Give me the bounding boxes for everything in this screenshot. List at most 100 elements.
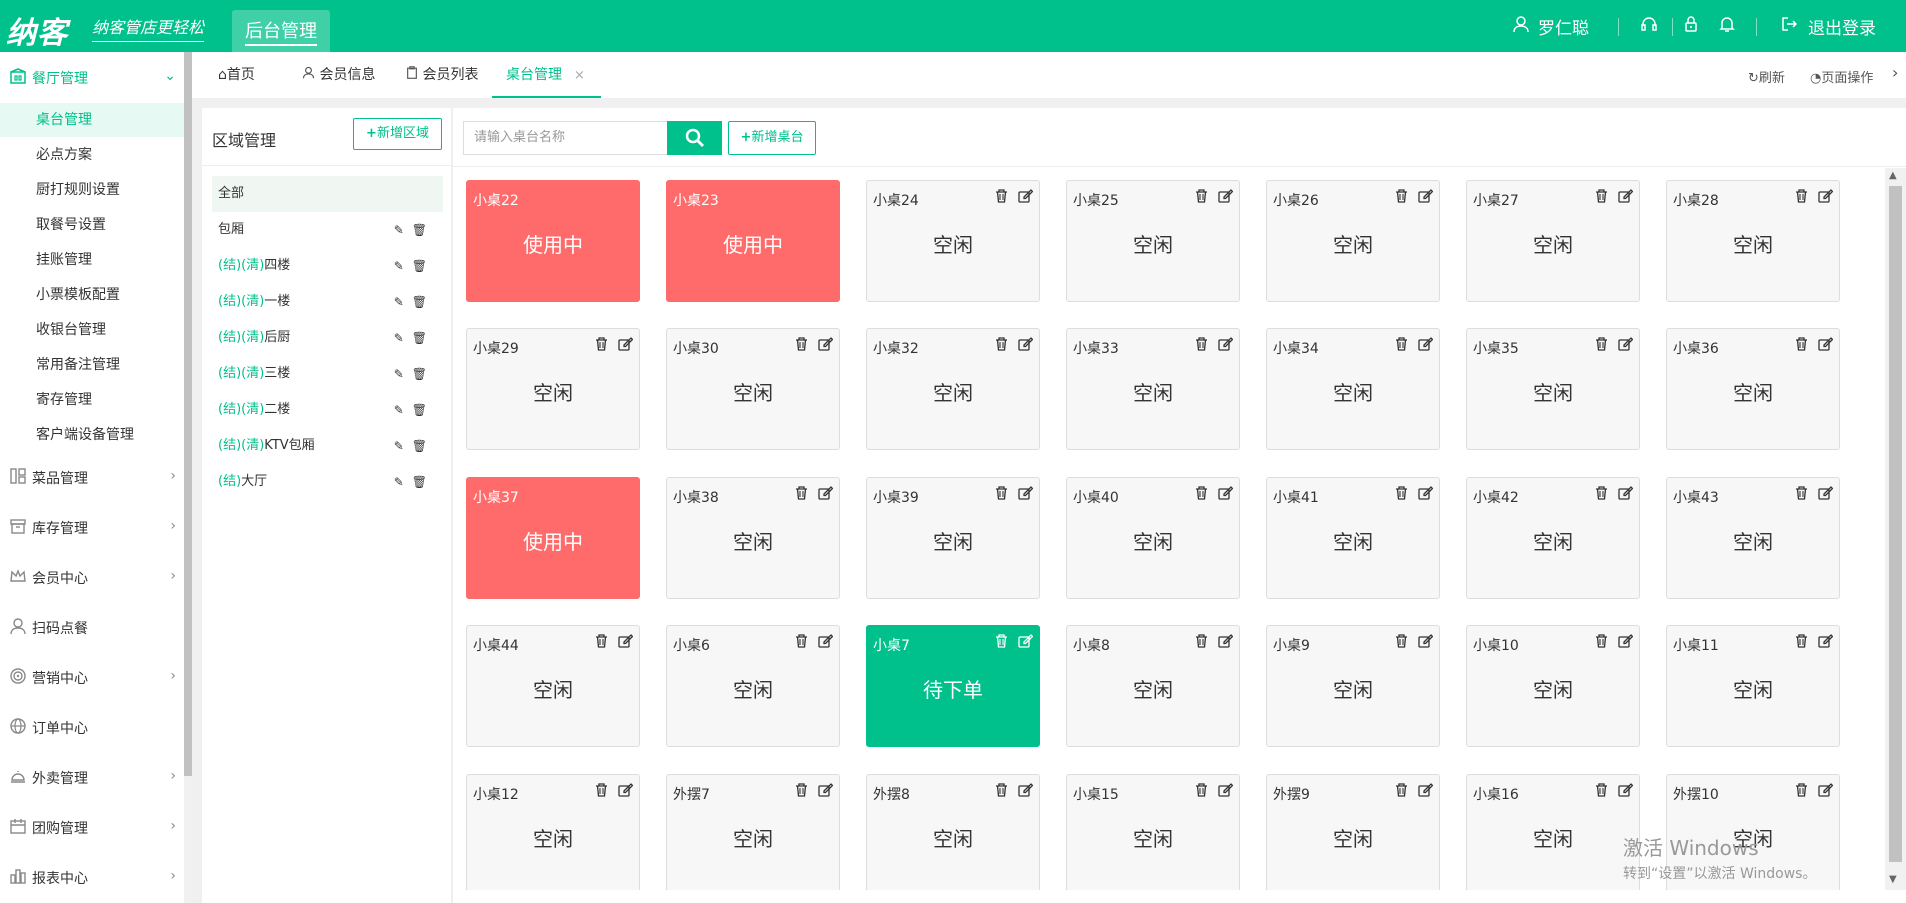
- trash-icon[interactable]: [995, 337, 1008, 355]
- table-card[interactable]: 小桌36 空闲: [1666, 328, 1840, 450]
- lock-button[interactable]: [1680, 0, 1702, 52]
- edit-icon[interactable]: [1218, 783, 1234, 801]
- edit-icon[interactable]: [818, 634, 834, 652]
- page-operations-button[interactable]: ◔页面操作: [1810, 67, 1873, 86]
- area-item[interactable]: (结)(清)三楼 ✎🗑: [212, 356, 443, 392]
- trash-icon[interactable]: [595, 634, 608, 652]
- edit-icon[interactable]: ✎: [394, 403, 412, 417]
- table-card[interactable]: 小桌7 待下单: [866, 625, 1040, 747]
- edit-icon[interactable]: [1618, 783, 1634, 801]
- edit-icon[interactable]: [1818, 337, 1834, 355]
- table-card[interactable]: 小桌39 空闲: [866, 477, 1040, 599]
- trash-icon[interactable]: 🗑: [412, 295, 435, 309]
- trash-icon[interactable]: [1795, 189, 1808, 207]
- sidebar-item-client-devices[interactable]: 客户端设备管理: [0, 418, 184, 452]
- edit-icon[interactable]: [1618, 486, 1634, 504]
- edit-icon[interactable]: ✎: [394, 223, 412, 237]
- edit-icon[interactable]: [1418, 783, 1434, 801]
- sidebar-group-reports[interactable]: 报表中心 ›: [0, 866, 184, 890]
- table-card[interactable]: 外摆8 空闲: [866, 774, 1040, 890]
- edit-icon[interactable]: ✎: [394, 259, 412, 273]
- table-card[interactable]: 小桌29 空闲: [466, 328, 640, 450]
- trash-icon[interactable]: [1595, 189, 1608, 207]
- area-item[interactable]: (结)(清)二楼 ✎🗑: [212, 392, 443, 428]
- area-item[interactable]: (结)大厅 ✎🗑: [212, 464, 443, 500]
- trash-icon[interactable]: 🗑: [412, 367, 435, 381]
- trash-icon[interactable]: [595, 783, 608, 801]
- table-grid-scrollbar[interactable]: ▲ ▼: [1885, 168, 1906, 890]
- edit-icon[interactable]: [1018, 634, 1034, 652]
- trash-icon[interactable]: [995, 189, 1008, 207]
- sidebar-group-members[interactable]: 会员中心 ›: [0, 566, 184, 590]
- table-card[interactable]: 小桌34 空闲: [1266, 328, 1440, 450]
- edit-icon[interactable]: [1018, 337, 1034, 355]
- trash-icon[interactable]: [1195, 189, 1208, 207]
- trash-icon[interactable]: [1395, 783, 1408, 801]
- sidebar-item-receipt-template[interactable]: 小票模板配置: [0, 278, 184, 312]
- table-card[interactable]: 小桌22 使用中: [466, 180, 640, 302]
- trash-icon[interactable]: [795, 634, 808, 652]
- table-card[interactable]: 小桌8 空闲: [1066, 625, 1240, 747]
- table-card[interactable]: 小桌25 空闲: [1066, 180, 1240, 302]
- edit-icon[interactable]: [1218, 337, 1234, 355]
- sidebar-group-dishes[interactable]: 菜品管理 ›: [0, 466, 184, 490]
- table-card[interactable]: 小桌32 空闲: [866, 328, 1040, 450]
- edit-icon[interactable]: [1418, 189, 1434, 207]
- edit-icon[interactable]: [1818, 634, 1834, 652]
- sidebar-item-kitchen-print-rules[interactable]: 厨打规则设置: [0, 173, 184, 207]
- edit-icon[interactable]: [818, 337, 834, 355]
- trash-icon[interactable]: [595, 337, 608, 355]
- table-card[interactable]: 小桌23 使用中: [666, 180, 840, 302]
- edit-icon[interactable]: ✎: [394, 367, 412, 381]
- trash-icon[interactable]: [1595, 634, 1608, 652]
- logout-button[interactable]: 退出登录: [1778, 0, 1876, 52]
- trash-icon[interactable]: [1795, 486, 1808, 504]
- headset-button[interactable]: [1638, 0, 1660, 52]
- trash-icon[interactable]: [1395, 337, 1408, 355]
- sidebar-group-orders[interactable]: 订单中心: [0, 716, 184, 740]
- edit-icon[interactable]: [1818, 189, 1834, 207]
- trash-icon[interactable]: [1395, 634, 1408, 652]
- trash-icon[interactable]: [995, 486, 1008, 504]
- table-card[interactable]: 小桌41 空闲: [1266, 477, 1440, 599]
- table-card[interactable]: 小桌15 空闲: [1066, 774, 1240, 890]
- trash-icon[interactable]: 🗑: [412, 475, 435, 489]
- trash-icon[interactable]: [1395, 486, 1408, 504]
- edit-icon[interactable]: [1018, 486, 1034, 504]
- notification-button[interactable]: [1716, 0, 1738, 52]
- table-card[interactable]: 小桌6 空闲: [666, 625, 840, 747]
- table-card[interactable]: 小桌43 空闲: [1666, 477, 1840, 599]
- table-card[interactable]: 小桌28 空闲: [1666, 180, 1840, 302]
- table-card[interactable]: 外摆9 空闲: [1266, 774, 1440, 890]
- scroll-thumb[interactable]: [1889, 186, 1902, 862]
- edit-icon[interactable]: ✎: [394, 295, 412, 309]
- trash-icon[interactable]: [1595, 486, 1608, 504]
- area-item[interactable]: (结)(清)KTV包厢 ✎🗑: [212, 428, 443, 464]
- table-card[interactable]: 小桌42 空闲: [1466, 477, 1640, 599]
- refresh-button[interactable]: ↻刷新: [1748, 67, 1785, 86]
- search-button[interactable]: [667, 121, 722, 155]
- sidebar-group-marketing[interactable]: 营销中心 ›: [0, 666, 184, 690]
- sidebar-item-credit[interactable]: 挂账管理: [0, 243, 184, 277]
- edit-icon[interactable]: [818, 486, 834, 504]
- sidebar-group-inventory[interactable]: 库存管理 ›: [0, 516, 184, 540]
- table-card[interactable]: 小桌10 空闲: [1466, 625, 1640, 747]
- table-card[interactable]: 小桌30 空闲: [666, 328, 840, 450]
- sidebar-group-group-buy[interactable]: 团购管理 ›: [0, 816, 184, 840]
- trash-icon[interactable]: [1795, 634, 1808, 652]
- trash-icon[interactable]: [1195, 486, 1208, 504]
- user-menu[interactable]: 罗仁聪: [1510, 0, 1589, 52]
- trash-icon[interactable]: [1395, 189, 1408, 207]
- area-item[interactable]: 包厢 ✎🗑: [212, 212, 443, 248]
- table-card[interactable]: 小桌16 空闲: [1466, 774, 1640, 890]
- edit-icon[interactable]: [1418, 337, 1434, 355]
- trash-icon[interactable]: [1795, 783, 1808, 801]
- sidebar-scroll-thumb[interactable]: [184, 52, 192, 776]
- area-item[interactable]: (结)(清)后厨 ✎🗑: [212, 320, 443, 356]
- edit-icon[interactable]: [618, 337, 634, 355]
- sidebar-group-takeout[interactable]: 外卖管理 ›: [0, 766, 184, 790]
- trash-icon[interactable]: [795, 486, 808, 504]
- tab-home[interactable]: ⌂首页: [218, 52, 255, 98]
- area-item[interactable]: (结)(清)一楼 ✎🗑: [212, 284, 443, 320]
- trash-icon[interactable]: [795, 783, 808, 801]
